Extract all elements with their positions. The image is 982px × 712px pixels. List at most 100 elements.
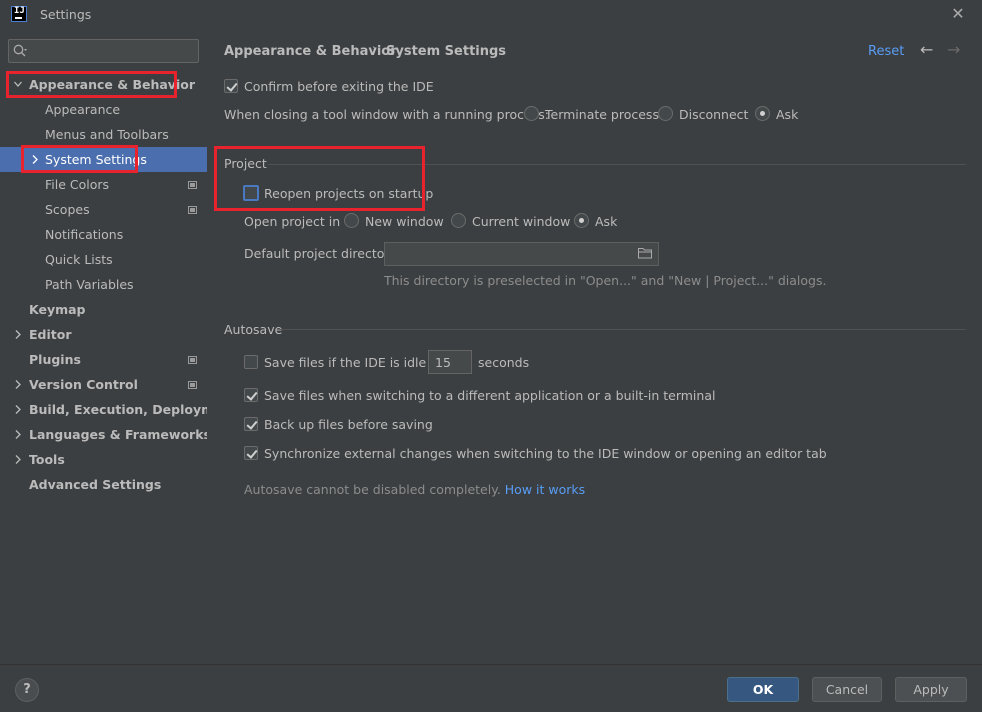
title-bar [0,0,982,30]
disconnect-label: Disconnect [679,107,749,122]
cancel-button[interactable]: Cancel [812,677,882,702]
current-window-label: Current window [472,214,571,229]
sidebar-item-system-settings[interactable]: System Settings [0,147,207,172]
current-window-radio[interactable] [451,213,466,228]
ok-button[interactable]: OK [727,677,799,702]
breadcrumb-separator: › [372,42,378,57]
switch-app-save-checkbox[interactable] [244,388,258,402]
sidebar-item-label: Editor [29,327,72,342]
new-window-label: New window [365,214,444,229]
reopen-projects-checkbox[interactable] [243,185,259,201]
confirm-exit-checkbox[interactable] [224,79,238,93]
project-level-icon [188,356,197,364]
sidebar-item-label: Notifications [45,227,124,242]
ask-radio[interactable] [755,106,770,121]
terminate-process-label: Terminate process [545,107,659,122]
sidebar-item-label: Appearance [45,102,121,117]
default-dir-hint: This directory is preselected in "Open..… [384,273,827,288]
chevron-right-icon [15,380,21,389]
apply-button[interactable]: Apply [895,677,967,702]
reopen-projects-label: Reopen projects on startup [264,186,434,201]
autosave-note: Autosave cannot be disabled completely. … [244,482,585,497]
sidebar-item-label: Path Variables [45,277,134,292]
sidebar-item-notifications[interactable]: Notifications [0,222,207,247]
reset-link[interactable]: Reset [868,44,904,59]
chevron-right-icon [15,455,21,464]
open-ask-label: Ask [595,214,618,229]
sync-external-label: Synchronize external changes when switch… [264,446,827,461]
sidebar-item-keymap[interactable]: Keymap [0,297,207,322]
sidebar-item-label: Languages & Frameworks [29,427,211,442]
confirm-exit-label: Confirm before exiting the IDE [244,79,434,94]
sidebar-item-version-control[interactable]: Version Control [0,372,207,397]
section-divider [280,329,966,330]
chevron-down-icon [14,81,22,87]
chevron-right-icon [15,330,21,339]
sidebar-item-label: Version Control [29,377,138,392]
idle-save-checkbox[interactable] [244,355,258,369]
project-section-title: Project [224,156,267,171]
idle-unit-label: seconds [478,355,530,370]
default-dir-label: Default project directory: [244,246,401,261]
sidebar-item-languages-frameworks[interactable]: Languages & Frameworks [0,422,211,447]
sidebar-item-label: Tools [29,452,65,467]
search-icon [13,44,27,57]
app-icon-text: IJ [14,6,25,16]
back-arrow-icon[interactable]: ← [920,40,933,59]
sidebar-item-build-execution-deployment[interactable]: Build, Execution, Deployment [0,397,237,422]
open-project-in-label: Open project in [244,214,341,229]
sidebar-item-label: Menus and Toolbars [45,127,169,142]
how-it-works-link[interactable]: How it works [505,482,585,497]
autosave-section-title: Autosave [224,322,283,337]
sidebar-item-menus-toolbars[interactable]: Menus and Toolbars [0,122,207,147]
sidebar-item-file-colors[interactable]: File Colors [0,172,207,197]
sidebar-item-editor[interactable]: Editor [0,322,207,347]
sidebar-item-label: Quick Lists [45,252,113,267]
help-icon[interactable]: ? [15,678,39,702]
chevron-right-icon [32,155,38,164]
forward-arrow-icon[interactable]: → [947,40,960,59]
project-level-icon [188,381,197,389]
close-icon[interactable]: ✕ [948,4,968,24]
switch-app-save-label: Save files when switching to a different… [264,388,716,403]
open-ask-radio[interactable] [574,213,589,228]
sidebar-item-label: Keymap [29,302,86,317]
idle-save-label: Save files if the IDE is idle for [264,355,448,370]
breadcrumb-parent[interactable]: Appearance & Behavior [224,44,397,59]
sidebar-item-label: Scopes [45,202,90,217]
chevron-right-icon [15,405,21,414]
ask-label: Ask [776,107,799,122]
sidebar-item-label: File Colors [45,177,110,192]
window-title: Settings [40,7,92,22]
app-icon: IJ [11,6,27,22]
terminate-process-radio[interactable] [524,106,539,121]
sidebar-item-quick-lists[interactable]: Quick Lists [0,247,207,272]
sidebar-item-label: Appearance & Behavior [29,77,195,92]
project-level-icon [188,206,197,214]
sidebar-item-plugins[interactable]: Plugins [0,347,207,372]
sidebar-item-advanced-settings[interactable]: Advanced Settings [0,472,207,497]
sync-external-checkbox[interactable] [244,446,258,460]
backup-checkbox[interactable] [244,417,258,431]
chevron-right-icon [15,430,21,439]
folder-icon[interactable] [638,247,653,259]
sidebar-item-tools[interactable]: Tools [0,447,207,472]
sidebar-item-label: System Settings [45,152,147,167]
backup-label: Back up files before saving [264,417,433,432]
disconnect-radio[interactable] [658,106,673,121]
project-level-icon [188,181,197,189]
idle-seconds-value: 15 [435,355,451,370]
sidebar-item-label: Plugins [29,352,81,367]
sidebar-item-scopes[interactable]: Scopes [0,197,207,222]
section-divider [268,164,966,165]
default-dir-input[interactable] [384,242,659,266]
new-window-radio[interactable] [344,213,359,228]
sidebar-item-appearance[interactable]: Appearance [0,97,207,122]
sidebar-item-label: Advanced Settings [29,477,162,492]
search-input[interactable] [8,39,199,63]
closing-process-label: When closing a tool window with a runnin… [224,107,549,122]
settings-panel [207,30,982,664]
sidebar-item-path-variables[interactable]: Path Variables [0,272,207,297]
sidebar-item-appearance-behavior[interactable]: Appearance & Behavior [0,72,207,97]
breadcrumb-current: System Settings [386,44,507,59]
